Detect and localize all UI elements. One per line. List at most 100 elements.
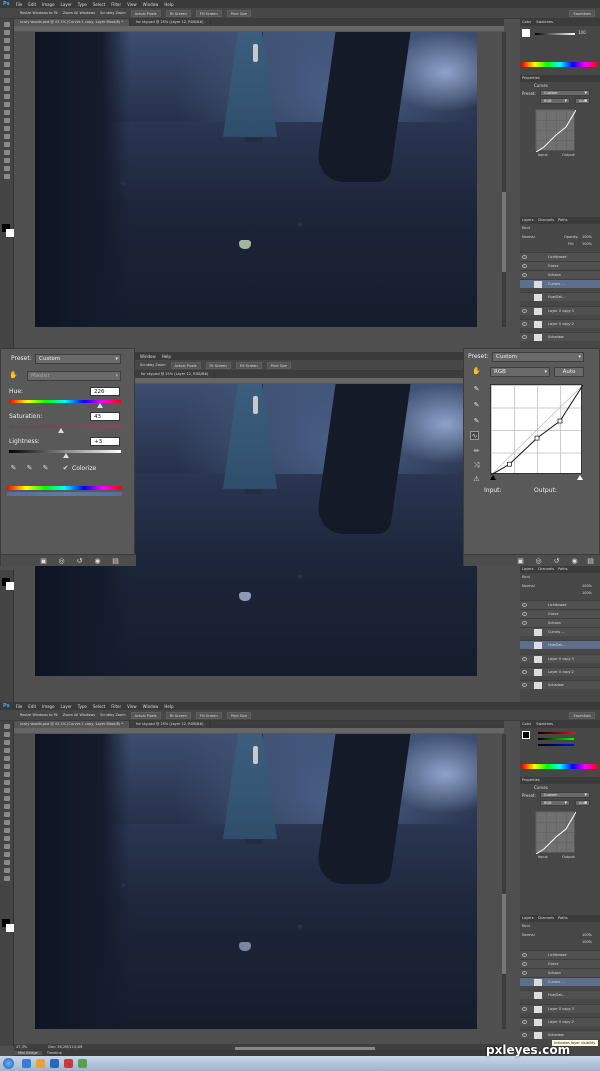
layers-kind-filter[interactable]: Kind (522, 924, 530, 928)
red-slider[interactable] (538, 732, 574, 734)
menu-file[interactable]: File (16, 2, 23, 7)
zoom-all-checkbox[interactable]: Zoom All Windows (63, 713, 95, 717)
properties-auto-button[interactable]: Auto (575, 98, 590, 104)
eye-icon[interactable] (522, 309, 527, 313)
gray-point-eyedropper-icon[interactable]: ✎ (472, 401, 481, 410)
menu-layer[interactable]: Layer (61, 704, 72, 709)
shape-icon[interactable] (3, 158, 10, 163)
curve-control-point[interactable] (534, 435, 540, 441)
vertical-scrollbar[interactable] (502, 734, 506, 1029)
fill-screen-button[interactable]: Fill Screen (235, 361, 262, 369)
white-input-slider[interactable] (577, 475, 583, 480)
color-slider[interactable] (535, 33, 575, 35)
black-point-eyedropper-icon[interactable]: ✎ (472, 385, 481, 394)
doc-tab-scary-woods[interactable]: scary woods.psd @ 43,1% (Curves 1 copy, … (14, 19, 131, 26)
saturation-slider-handle[interactable] (57, 428, 64, 433)
layer-row[interactable]: Hue/Sat... (520, 292, 600, 301)
paths-tab[interactable]: Paths (558, 567, 568, 571)
hue-slider[interactable] (9, 400, 121, 403)
menu-edit[interactable]: Edit (28, 704, 36, 709)
channels-tab[interactable]: Channels (538, 916, 554, 920)
eye-icon[interactable] (522, 657, 527, 661)
layer-row[interactable]: Layer 0 copy 3 (520, 306, 600, 315)
visibility-eye-icon[interactable]: ◉ (570, 557, 579, 566)
layer-row[interactable]: Layer 0 copy 3 (520, 1004, 600, 1013)
saturation-value-field[interactable]: 43 (90, 412, 120, 421)
print-size-button[interactable]: Print Size (266, 361, 291, 369)
layers-opacity-value[interactable]: 100% (582, 235, 592, 239)
layer-row[interactable]: Layer 0 copy 3 (520, 654, 600, 663)
paths-tab[interactable]: Paths (558, 218, 568, 222)
color-tab[interactable]: Color (522, 20, 531, 24)
channels-tab[interactable]: Channels (538, 218, 554, 222)
scrubby-zoom-checkbox[interactable]: Scrubby Zoom (100, 11, 126, 15)
menu-select[interactable]: Select (93, 2, 105, 7)
menu-type[interactable]: Type (78, 2, 87, 7)
layer-row-selected[interactable]: Curves ... (520, 977, 600, 986)
menu-window[interactable]: Window (143, 2, 159, 7)
curve-point-tool-icon[interactable]: ∿ (470, 431, 479, 440)
layer-row[interactable]: Schaon (520, 968, 600, 977)
curves-graph[interactable] (490, 384, 583, 475)
actual-pixels-button[interactable]: Actual Pixels (170, 361, 201, 369)
healing-icon[interactable] (3, 772, 10, 777)
windows-start-button[interactable] (3, 1058, 14, 1069)
doc-tab-scary-woods[interactable]: scary woods.psd @ 43,1% (Curves 1 copy, … (14, 721, 131, 728)
layer-row[interactable]: Hue/Sat... (520, 990, 600, 999)
hand-adjust-icon[interactable]: ✋ (9, 371, 18, 380)
curve-control-point[interactable] (557, 418, 563, 424)
zoom-level[interactable]: 47,3% (16, 1045, 27, 1049)
hand-icon[interactable] (3, 868, 10, 873)
colorize-checkbox-icon[interactable]: ✔ (61, 464, 70, 473)
hand-adjust-icon[interactable]: ✋ (472, 367, 481, 376)
layers-opacity-value[interactable]: 100% (582, 933, 592, 937)
color-swatch[interactable] (522, 731, 530, 739)
properties-channel-select[interactable]: RGB (540, 98, 570, 104)
photoshop-taskbar-icon[interactable] (50, 1059, 59, 1068)
healing-icon[interactable] (3, 70, 10, 75)
visibility-eye-icon[interactable]: ◉ (93, 557, 102, 566)
fit-screen-button[interactable]: Fit Screen (165, 9, 191, 17)
clip-to-layer-icon[interactable]: ▣ (39, 557, 48, 566)
mini-bridge-tab[interactable]: Mini Bridge (14, 1051, 42, 1055)
properties-preset-select[interactable]: Custom (540, 90, 590, 96)
fit-screen-button[interactable]: Fit Screen (165, 711, 191, 719)
app-taskbar-icon[interactable] (78, 1059, 87, 1068)
move-tool-icon[interactable] (3, 724, 10, 729)
layer-row-selected[interactable]: Curves ... (520, 279, 600, 288)
layers-kind-filter[interactable]: Kind (522, 575, 530, 579)
saturation-slider[interactable] (9, 425, 121, 428)
dodge-icon[interactable] (3, 828, 10, 833)
pencil-draw-icon[interactable]: ✏ (472, 447, 481, 456)
menu-image[interactable]: Image (42, 2, 55, 7)
layer-row[interactable]: Grave (520, 609, 600, 618)
quick-select-icon[interactable] (3, 46, 10, 51)
hue-value-field[interactable]: 226 (90, 387, 120, 396)
eye-icon[interactable] (522, 1033, 527, 1037)
shape-icon[interactable] (3, 860, 10, 865)
pen-icon[interactable] (3, 836, 10, 841)
layer-row[interactable]: Lichtbroad (520, 950, 600, 959)
color-swatch[interactable] (522, 29, 530, 37)
layers-fill-value[interactable]: 100% (582, 940, 592, 944)
eyedropper-icon[interactable]: ✎ (9, 464, 18, 473)
layers-tab[interactable]: Layers (522, 218, 534, 222)
curves-graph-small[interactable] (535, 811, 576, 854)
curves-line[interactable] (491, 385, 583, 475)
eye-icon[interactable] (522, 612, 527, 616)
layer-row[interactable]: Grave (520, 959, 600, 968)
layers-tab[interactable]: Layers (522, 567, 534, 571)
crop-tool-icon[interactable] (3, 756, 10, 761)
properties-auto-button[interactable]: Auto (575, 800, 590, 806)
eye-icon[interactable] (522, 264, 527, 268)
eye-icon[interactable] (522, 670, 527, 674)
layers-fill-value[interactable]: 100% (582, 591, 592, 595)
doc-tab-for-sky[interactable]: for sky.psd @ 25% (Layer 12, RGB/8#) (130, 721, 211, 728)
eraser-icon[interactable] (3, 102, 10, 107)
zoom-tool-icon[interactable] (3, 174, 10, 179)
eyedropper-icon[interactable] (3, 62, 10, 67)
eyedropper-plus-icon[interactable]: ✎ (25, 464, 34, 473)
print-size-button[interactable]: Print Size (226, 9, 252, 17)
history-brush-icon[interactable] (3, 94, 10, 99)
layers-blend-mode[interactable]: Normal (522, 235, 535, 239)
